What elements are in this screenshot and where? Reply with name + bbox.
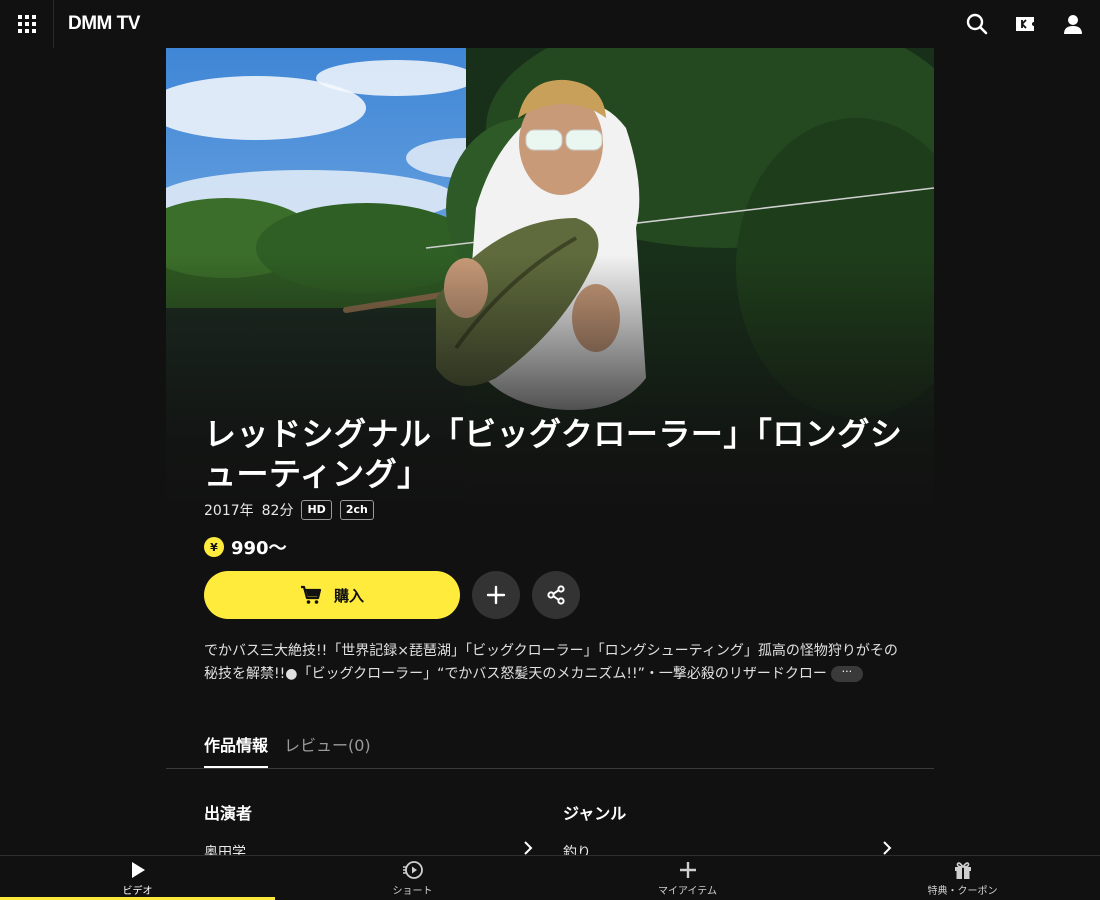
chevron-right-icon[interactable]	[881, 840, 893, 856]
bottom-nav: ビデオ ショート マイアイテム 特典・クーポン	[0, 855, 1100, 900]
yen-icon: ¥	[204, 537, 224, 557]
grid-menu-button[interactable]	[0, 0, 54, 48]
release-year: 2017年	[204, 503, 254, 519]
nav-item-label: ビデオ	[122, 886, 153, 897]
nav-item-video[interactable]: ビデオ	[0, 856, 275, 900]
more-button[interactable]: ···	[830, 666, 863, 682]
tab-work-info[interactable]: 作品情報	[204, 732, 268, 768]
tab-bar: 作品情報 レビュー(0)	[166, 724, 934, 769]
buy-button-label: 購入	[333, 586, 364, 605]
short-icon	[402, 861, 423, 879]
nav-item-benefits-coupons[interactable]: 特典・クーポン	[825, 856, 1100, 900]
nav-item-my-items[interactable]: マイアイテム	[550, 856, 825, 900]
price-value: 990〜	[231, 538, 287, 559]
description: でかバス三大絶技!!「世界記録×琵琶湖」「ビッグクローラー」「ロングシューティン…	[204, 640, 904, 686]
hd-badge: HD	[301, 500, 332, 520]
nav-item-label: 特典・クーポン	[927, 886, 998, 897]
buy-button[interactable]: 購入	[204, 571, 460, 619]
user-icon	[1064, 15, 1082, 34]
share-icon	[547, 585, 565, 605]
nav-item-label: マイアイテム	[658, 886, 717, 897]
tab-reviews[interactable]: レビュー(0)	[284, 732, 371, 768]
add-to-list-button[interactable]	[472, 571, 520, 619]
search-button[interactable]	[960, 7, 994, 41]
nav-item-short[interactable]: ショート	[275, 856, 550, 900]
chevron-right-icon[interactable]	[522, 840, 534, 856]
search-icon	[966, 13, 988, 35]
audio-badge: 2ch	[339, 500, 374, 520]
genre-heading: ジャンル	[563, 804, 627, 823]
description-text: でかバス三大絶技!!「世界記録×琵琶湖」「ビッグクローラー」「ロングシューティン…	[204, 643, 898, 682]
top-right-actions	[960, 0, 1090, 48]
duration: 82分	[261, 503, 294, 519]
cast-heading: 出演者	[204, 804, 253, 823]
share-button[interactable]	[532, 571, 580, 619]
grid-menu-icon	[17, 15, 36, 33]
ticket-button[interactable]	[1008, 7, 1042, 41]
ticket-icon	[1016, 17, 1034, 31]
page-title: レッドシグナル「ビッグクローラー」「ロングシューティング」	[204, 415, 903, 493]
dmm-tv-logo[interactable]: DMM TV	[68, 13, 140, 35]
cart-icon	[300, 585, 322, 604]
plus-icon	[679, 862, 696, 878]
play-icon	[131, 862, 145, 878]
nav-item-label: ショート	[392, 886, 433, 897]
meta-row: 2017年 82分 HD 2ch	[204, 500, 374, 520]
top-bar: DMM TV	[0, 0, 1100, 48]
gift-icon	[954, 862, 971, 879]
price: ¥ 990〜	[204, 534, 287, 560]
plus-icon	[486, 585, 506, 605]
account-button[interactable]	[1056, 7, 1090, 41]
